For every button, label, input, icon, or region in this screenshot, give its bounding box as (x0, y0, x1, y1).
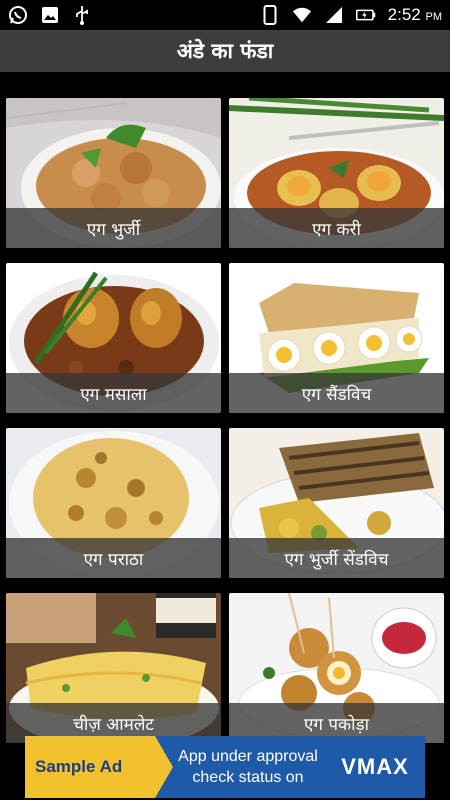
recipe-card-egg-curry[interactable]: एग करी (229, 98, 444, 248)
image-icon (40, 5, 60, 25)
ad-banner[interactable]: Sample Ad App under approval check statu… (25, 736, 425, 798)
ad-brand-logo: VMAX (341, 754, 409, 779)
ad-message-line1: App under approval (178, 748, 318, 765)
cell-signal-icon (324, 5, 344, 25)
recipe-label: एग मसाला (80, 384, 147, 405)
recipe-label: चीज़ आमलेट (73, 714, 154, 735)
recipe-label: एग पराठा (83, 549, 144, 570)
recipe-grid: एग भुर्जी एग करी एग मसाला एग सैंडविच एग … (0, 72, 450, 800)
recipe-card-egg-masala[interactable]: एग मसाला (6, 263, 221, 413)
usb-icon (72, 5, 92, 25)
battery-charging-icon (355, 5, 376, 25)
ad-tag: Sample Ad (25, 736, 173, 798)
recipe-label-bar: एग सैंडविच (229, 373, 444, 413)
page-title: अंडे का फंडा (176, 39, 274, 63)
status-bar: 2:52 PM (0, 0, 450, 30)
recipe-label: एग पकोड़ा (304, 714, 369, 735)
recipe-label-bar: एग करी (229, 208, 444, 248)
phone-icon (260, 5, 280, 25)
recipe-label-bar: एग भुर्जी (6, 208, 221, 248)
app-bar: अंडे का फंडा (0, 30, 450, 72)
recipe-label: एग भुर्जी (86, 219, 141, 240)
recipe-card-cheese-omelette[interactable]: चीज़ आमलेट (6, 593, 221, 743)
wifi-icon (292, 5, 312, 25)
recipe-label-bar: एग मसाला (6, 373, 221, 413)
recipe-label: एग सैंडविच (301, 384, 372, 405)
recipe-card-egg-paratha[interactable]: एग पराठा (6, 428, 221, 578)
whatsapp-icon (8, 5, 28, 25)
recipe-card-egg-pakoda[interactable]: एग पकोड़ा (229, 593, 444, 743)
ad-message: App under approval check status on (155, 736, 325, 798)
recipe-card-egg-bhurji-sandwich[interactable]: एग भुर्जी सेंडविच (229, 428, 444, 578)
recipe-card-egg-sandwich[interactable]: एग सैंडविच (229, 263, 444, 413)
recipe-label: एग भुर्जी सेंडविच (284, 549, 389, 570)
recipe-label-bar: एग पराठा (6, 538, 221, 578)
recipe-label: एग करी (312, 219, 361, 240)
recipe-card-egg-bhurji[interactable]: एग भुर्जी (6, 98, 221, 248)
recipe-label-bar: एग भुर्जी सेंडविच (229, 538, 444, 578)
clock: 2:52 PM (387, 5, 442, 24)
ad-tag-label: Sample Ad (35, 757, 123, 776)
ad-message-line2: check status on (192, 769, 304, 786)
